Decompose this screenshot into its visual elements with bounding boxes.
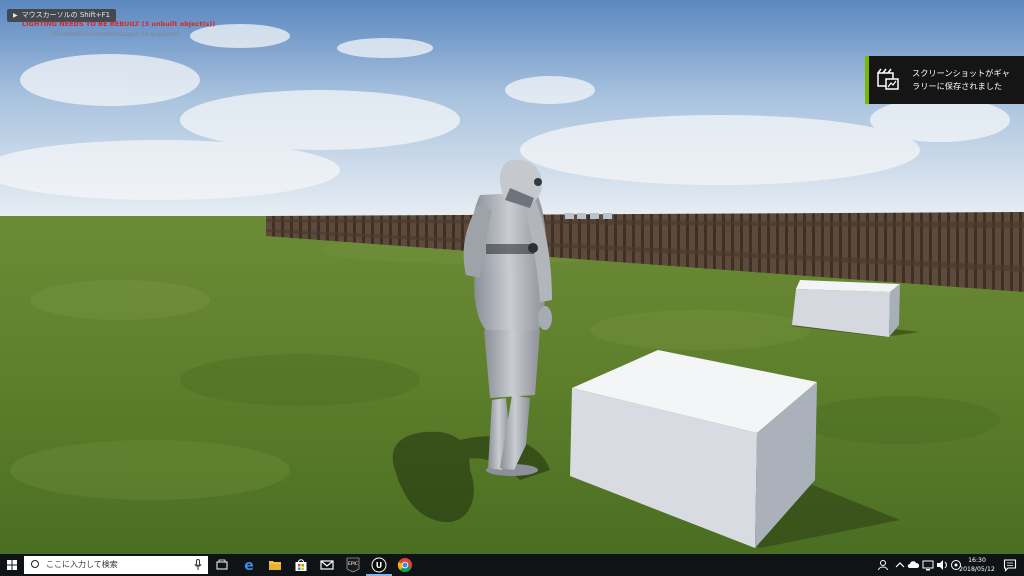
clock[interactable]: 16:30 2018/05/12 — [956, 556, 998, 574]
notification-text: スクリーンショットがギャ ラリーに保存されました — [912, 67, 1022, 93]
person-icon[interactable] — [875, 557, 891, 573]
file-explorer-icon[interactable] — [267, 557, 283, 573]
store-icon[interactable] — [293, 557, 309, 573]
microphone-icon[interactable] — [194, 559, 202, 571]
notification-line-2: ラリーに保存されました — [912, 81, 1003, 91]
edge-icon[interactable]: e — [241, 557, 257, 573]
epic-games-launcher-icon[interactable]: EPIC — [345, 557, 361, 573]
game-viewport[interactable]: ▶ マウスカーソルの Shift+F1 LIGHTING NEEDS TO BE … — [0, 0, 1024, 554]
windows-start-icon[interactable] — [4, 557, 20, 573]
screenshot-saved-notification[interactable]: スクリーンショットがギャ ラリーに保存されました — [865, 56, 1024, 104]
suppress-hint: 'DisableAllScreenMessages' to suppress — [50, 30, 180, 38]
cortana-circle-icon — [31, 560, 39, 568]
notification-line-1: スクリーンショットがギャ — [912, 68, 1010, 78]
unreal-engine-icon[interactable]: U — [371, 557, 387, 573]
clock-time: 16:30 — [968, 557, 986, 564]
taskbar: ここに入力して検索 e EPIC U 16:30 2018/05/12 — [0, 554, 1024, 576]
screenshot-gallery-icon — [877, 68, 899, 90]
action-center-icon[interactable] — [1002, 557, 1018, 573]
svg-text:U: U — [376, 561, 383, 570]
mouse-hint-text: マウスカーソルの Shift+F1 — [21, 11, 111, 19]
notification-accent-bar — [865, 56, 869, 104]
taskbar-search-box[interactable]: ここに入力して検索 — [24, 556, 208, 574]
epic-label: EPIC — [348, 561, 358, 567]
play-triangle-icon: ▶ — [13, 12, 18, 19]
lighting-warning: LIGHTING NEEDS TO BE REBUILT (3 unbuilt … — [22, 20, 216, 28]
clock-date: 2018/05/12 — [959, 566, 995, 573]
task-view-icon[interactable] — [214, 557, 230, 573]
chrome-icon[interactable] — [397, 557, 413, 573]
search-placeholder: ここに入力して検索 — [46, 560, 118, 569]
svg-text:e: e — [244, 558, 254, 573]
mail-icon[interactable] — [319, 557, 335, 573]
